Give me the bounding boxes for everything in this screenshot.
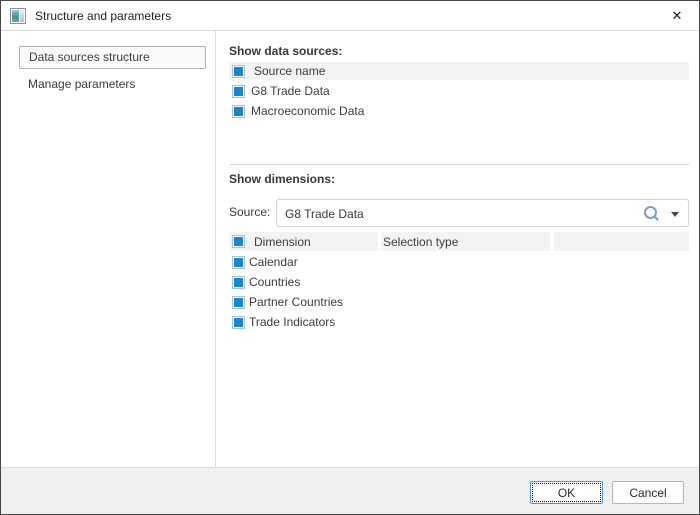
checkbox-checked-icon[interactable] xyxy=(232,296,245,309)
checkbox-checked-icon[interactable] xyxy=(232,276,245,289)
column-header-label: Selection type xyxy=(383,235,458,249)
source-combobox-value: G8 Trade Data xyxy=(285,207,364,221)
dimension-label: Countries xyxy=(249,275,300,289)
sidebar: Data sources structure Manage parameters xyxy=(1,31,216,467)
data-source-label: G8 Trade Data xyxy=(251,84,330,98)
section-divider xyxy=(229,164,689,165)
table-header-cell-dimension[interactable]: Dimension xyxy=(229,232,378,251)
checkbox-checked-icon[interactable] xyxy=(232,65,245,78)
ok-button[interactable]: OK xyxy=(530,481,603,504)
footer-bar: OK Cancel xyxy=(1,467,699,514)
checkbox-checked-icon[interactable] xyxy=(232,235,245,248)
dimension-label: Trade Indicators xyxy=(249,315,335,329)
data-source-label: Macroeconomic Data xyxy=(251,104,364,118)
title-bar: Structure and parameters ✕ xyxy=(1,1,699,31)
dimension-row[interactable]: Countries xyxy=(229,272,689,292)
data-source-row[interactable]: G8 Trade Data xyxy=(229,82,689,100)
data-sources-header-label: Source name xyxy=(254,64,325,78)
app-window-icon xyxy=(10,8,26,24)
dimension-row[interactable]: Trade Indicators xyxy=(229,312,689,332)
close-icon: ✕ xyxy=(672,8,683,24)
search-icon[interactable] xyxy=(644,206,660,222)
checkbox-checked-icon[interactable] xyxy=(232,85,245,98)
column-header-label: Dimension xyxy=(254,235,311,249)
checkbox-checked-icon[interactable] xyxy=(232,316,245,329)
dimension-row[interactable]: Calendar xyxy=(229,252,689,272)
source-label: Source: xyxy=(229,205,270,219)
dimension-label: Calendar xyxy=(249,255,298,269)
sidebar-item-label: Data sources structure xyxy=(29,50,150,64)
checkbox-checked-icon[interactable] xyxy=(232,105,245,118)
cancel-button[interactable]: Cancel xyxy=(612,481,684,504)
sidebar-item-manage-parameters[interactable]: Manage parameters xyxy=(28,77,135,91)
show-dimensions-heading: Show dimensions: xyxy=(229,172,335,186)
sidebar-item-label: Manage parameters xyxy=(28,77,135,91)
dimension-label: Partner Countries xyxy=(249,295,343,309)
source-combobox[interactable]: G8 Trade Data xyxy=(276,199,689,227)
show-data-sources-heading: Show data sources: xyxy=(229,44,342,58)
chevron-down-icon[interactable] xyxy=(671,212,679,217)
close-button[interactable]: ✕ xyxy=(655,1,699,30)
table-header-cell-selection-type[interactable]: Selection type xyxy=(381,232,550,251)
main-panel: Show data sources: Source name G8 Trade … xyxy=(217,31,700,467)
dimensions-table-header: Dimension Selection type xyxy=(229,232,689,251)
data-source-row[interactable]: Macroeconomic Data xyxy=(229,102,689,120)
checkbox-checked-icon[interactable] xyxy=(232,256,245,269)
dimension-row[interactable]: Partner Countries xyxy=(229,292,689,312)
dialog-structure-and-parameters: Structure and parameters ✕ Data sources … xyxy=(0,0,700,515)
table-header-cell-empty xyxy=(554,232,689,251)
data-sources-header-row[interactable]: Source name xyxy=(229,62,689,80)
sidebar-item-data-sources-structure[interactable]: Data sources structure xyxy=(19,46,206,69)
window-title: Structure and parameters xyxy=(35,9,171,23)
